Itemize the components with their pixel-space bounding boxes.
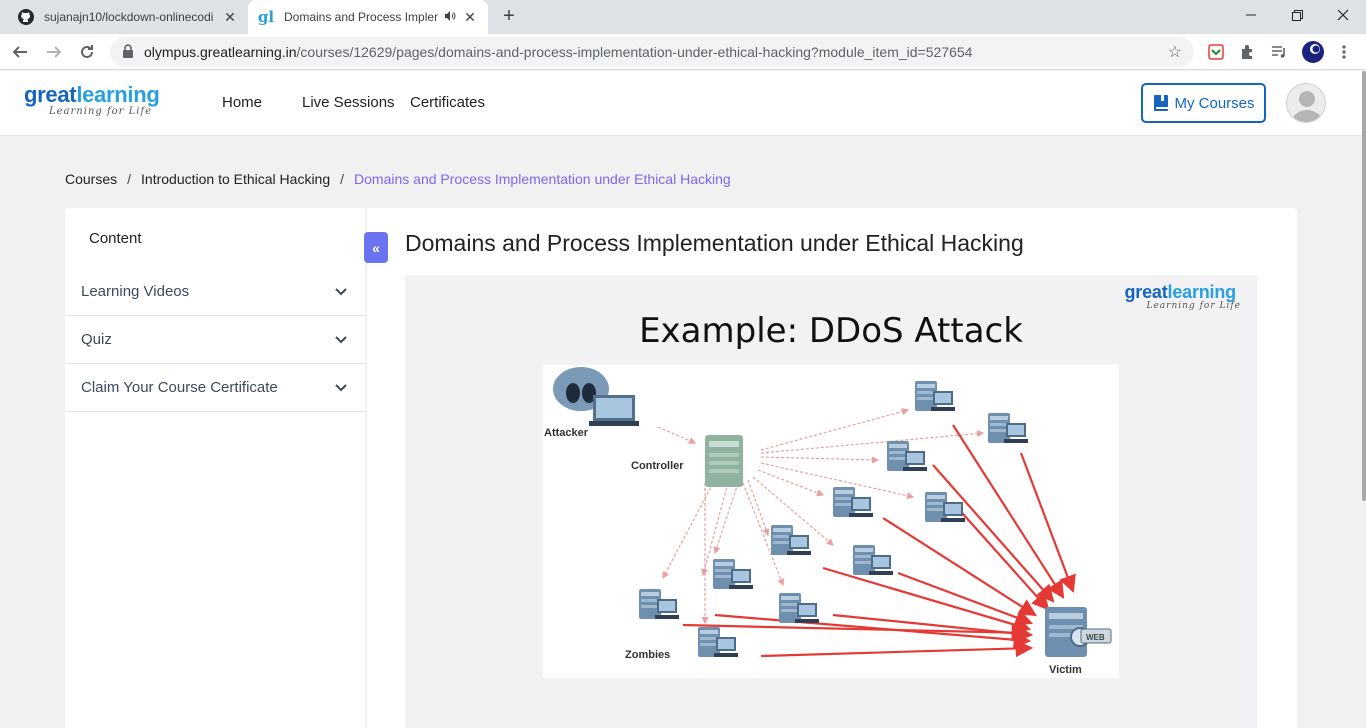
section-label: Learning Videos xyxy=(81,283,190,300)
user-avatar[interactable] xyxy=(1286,83,1326,123)
sidebar-heading: Content xyxy=(89,230,142,247)
site-header: greatlearning Learning for Life Home Liv… xyxy=(0,71,1362,136)
breadcrumb-separator: / xyxy=(127,171,132,187)
minimize-window-icon[interactable] xyxy=(1228,0,1274,30)
address-bar[interactable]: olympus.greatlearning.in/courses/12629/p… xyxy=(110,37,1194,67)
ddos-diagram: Attacker Controller Zombies WEB Victim xyxy=(543,365,1119,678)
browser-tab-greatlearning[interactable]: gl Domains and Process Implen ✕ xyxy=(248,0,488,34)
browser-menu-icon[interactable] xyxy=(1334,42,1354,62)
my-courses-button[interactable]: My Courses xyxy=(1141,83,1266,123)
sidebar-section-claim-certificate[interactable]: Claim Your Course Certificate xyxy=(65,364,365,412)
sidebar-section-quiz[interactable]: Quiz xyxy=(65,316,365,364)
slide-title: Example: DDoS Attack xyxy=(639,311,1023,351)
breadcrumb-course[interactable]: Introduction to Ethical Hacking xyxy=(141,171,330,187)
page-scrollbar-thumb[interactable] xyxy=(1362,71,1366,501)
greatlearning-logo[interactable]: greatlearning Learning for Life xyxy=(24,82,160,118)
zombie-nodes: Zombies xyxy=(625,381,1028,661)
lock-icon xyxy=(122,43,136,61)
section-label: Claim Your Course Certificate xyxy=(81,379,278,396)
breadcrumb: Courses / Introduction to Ethical Hackin… xyxy=(65,171,731,187)
controller-node: Controller xyxy=(631,435,743,487)
reload-icon[interactable] xyxy=(75,40,99,64)
lesson-slide-image: greatlearning Learning for Life Example:… xyxy=(405,275,1257,728)
main-content: Domains and Process Implementation under… xyxy=(367,208,1297,728)
new-tab-button[interactable]: + xyxy=(498,6,520,28)
close-window-icon[interactable] xyxy=(1320,0,1366,30)
content-sidebar: Content Learning Videos Quiz Claim Your … xyxy=(65,208,365,728)
browser-toolbar: olympus.greatlearning.in/courses/12629/p… xyxy=(0,34,1366,70)
chevron-down-icon xyxy=(333,332,349,348)
nav-home[interactable]: Home xyxy=(222,94,262,111)
speaker-icon[interactable] xyxy=(444,10,456,25)
close-tab-icon[interactable]: ✕ xyxy=(222,9,238,25)
zombies-label: Zombies xyxy=(625,649,670,661)
forward-arrow-icon[interactable] xyxy=(42,40,66,64)
browser-tab-github[interactable]: sujanajn10/lockdown-onlinecodi ✕ xyxy=(8,0,248,34)
logo-great: great xyxy=(1124,282,1168,302)
attacker-node: Attacker xyxy=(544,367,639,439)
pocket-extension-icon[interactable] xyxy=(1206,42,1226,62)
tab-title: Domains and Process Implen xyxy=(284,10,438,24)
my-courses-label: My Courses xyxy=(1174,94,1255,112)
url-path: /courses/12629/pages/domains-and-process… xyxy=(296,44,973,60)
collapse-sidebar-button[interactable]: « xyxy=(364,232,388,263)
github-icon xyxy=(18,9,34,25)
extensions-puzzle-icon[interactable] xyxy=(1237,42,1257,62)
back-arrow-icon[interactable] xyxy=(8,40,32,64)
nav-live-sessions[interactable]: Live Sessions xyxy=(302,94,395,111)
url-host: olympus.greatlearning.in xyxy=(144,44,297,60)
attacker-label: Attacker xyxy=(544,427,589,439)
chevron-down-icon xyxy=(333,284,349,300)
breadcrumb-current-page: Domains and Process Implementation under… xyxy=(354,171,731,187)
sidebar-section-learning-videos[interactable]: Learning Videos xyxy=(65,268,365,316)
section-label: Quiz xyxy=(81,331,112,348)
nav-certificates[interactable]: Certificates xyxy=(410,94,485,111)
ddos-diagram-svg: Attacker Controller Zombies WEB Victim xyxy=(544,367,1112,676)
greatlearning-favicon-icon: gl xyxy=(257,8,275,26)
logo-learning: learning xyxy=(1167,282,1237,302)
double-chevron-left-icon: « xyxy=(372,239,380,256)
logo-tagline: Learning for Life xyxy=(49,106,153,117)
web-badge-label: WEB xyxy=(1086,633,1105,642)
user-placeholder-icon xyxy=(1291,91,1323,122)
victim-node: WEB Victim xyxy=(1045,607,1112,676)
browser-tab-strip: sujanajn10/lockdown-onlinecodi ✕ gl Doma… xyxy=(0,0,1366,34)
profile-avatar-icon[interactable] xyxy=(1300,39,1326,65)
tab-title: sujanajn10/lockdown-onlinecodi xyxy=(44,10,214,24)
media-control-icon[interactable] xyxy=(1269,42,1289,62)
restore-window-icon[interactable] xyxy=(1274,0,1320,30)
logo-great: great xyxy=(24,82,77,107)
breadcrumb-separator: / xyxy=(340,171,345,187)
controller-label: Controller xyxy=(631,460,684,472)
breadcrumb-courses[interactable]: Courses xyxy=(65,171,117,187)
victim-label: Victim xyxy=(1049,664,1082,676)
page-title: Domains and Process Implementation under… xyxy=(405,230,1024,256)
logo-learning: learning xyxy=(76,82,160,107)
book-icon xyxy=(1152,94,1170,112)
logo-tagline: Learning for Life xyxy=(1146,301,1241,311)
close-tab-icon[interactable]: ✕ xyxy=(462,9,478,25)
chevron-down-icon xyxy=(333,380,349,396)
bookmark-star-icon[interactable]: ☆ xyxy=(1168,42,1182,62)
slide-greatlearning-logo: greatlearning Learning for Life xyxy=(1125,283,1242,311)
